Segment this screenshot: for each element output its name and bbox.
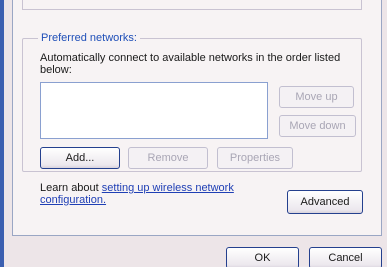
move-down-button[interactable]: Move down [279, 115, 356, 137]
wireless-properties-dialog: Preferred networks: Automatically connec… [0, 0, 387, 267]
learn-about-text: Learn about setting up wireless network … [40, 182, 270, 206]
preferred-networks-list[interactable] [40, 82, 268, 139]
move-up-button[interactable]: Move up [279, 86, 354, 108]
preferred-networks-description: Automatically connect to available netwo… [40, 52, 341, 76]
ok-button[interactable]: OK [226, 247, 299, 267]
remove-button[interactable]: Remove [128, 147, 208, 169]
screen: Preferred networks: Automatically connec… [0, 0, 387, 267]
add-button[interactable]: Add... [40, 147, 120, 169]
learn-about-prefix: Learn about [40, 182, 102, 194]
cancel-button[interactable]: Cancel [309, 247, 382, 267]
properties-button[interactable]: Properties [217, 147, 293, 169]
advanced-button[interactable]: Advanced [287, 190, 363, 214]
preferred-networks-legend: Preferred networks: [38, 31, 140, 45]
previous-groupbox-edge [22, 0, 362, 10]
